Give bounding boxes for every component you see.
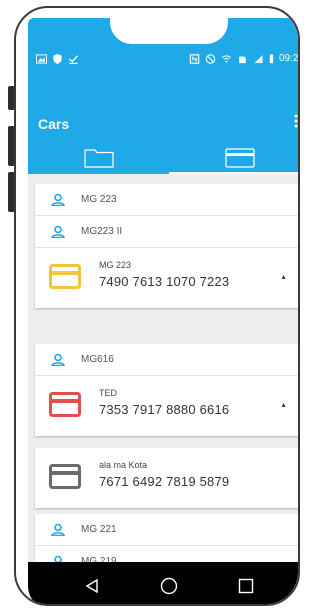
user-icon xyxy=(50,225,66,243)
card-yellow-icon xyxy=(49,264,81,294)
user-label: MG223 II xyxy=(81,226,123,237)
more-vertical-icon[interactable] xyxy=(294,114,298,131)
notch xyxy=(110,18,228,44)
list-item-user[interactable]: MG616 xyxy=(35,344,298,376)
do-not-disturb-icon xyxy=(205,53,216,64)
list-group: ala ma Kota 7671 6492 7819 5879 xyxy=(35,448,298,508)
image-icon xyxy=(36,54,47,64)
wifi-icon xyxy=(221,54,231,62)
card-name: ala ma Kota xyxy=(99,460,148,470)
card-red-icon xyxy=(49,392,81,422)
list-group: MG 223 MG223 II MG 223 7490 7613 1070 72… xyxy=(35,184,298,308)
list-group: MG616 TED 7353 7917 8880 6616 ▲ xyxy=(35,344,298,436)
folder-icon xyxy=(83,149,114,168)
nfc-icon xyxy=(189,53,200,64)
user-label: MG 223 xyxy=(81,194,117,205)
screen: 09:29 Cars xyxy=(28,18,299,604)
user-icon xyxy=(50,523,66,541)
tab-folder[interactable] xyxy=(28,142,169,174)
list-item-user[interactable]: MG223 II xyxy=(35,216,298,248)
list-item-card[interactable]: ala ma Kota 7671 6492 7819 5879 xyxy=(35,448,298,508)
phone-frame: 09:29 Cars xyxy=(14,6,300,606)
back-icon xyxy=(85,578,99,594)
chevron-up-icon[interactable]: ▲ xyxy=(280,274,287,281)
list-item-user[interactable]: MG 221 xyxy=(35,514,298,546)
tab-bar xyxy=(28,142,298,174)
list-item-card[interactable]: TED 7353 7917 8880 6616 ▲ xyxy=(35,376,298,436)
card-name: MG 223 xyxy=(99,260,132,270)
device-stage: 09:29 Cars xyxy=(0,0,303,609)
tab-indicator xyxy=(169,172,298,174)
user-label: MG 221 xyxy=(81,524,117,535)
card-gray-icon xyxy=(49,464,81,494)
status-bar: 09:29 xyxy=(28,52,299,68)
chevron-up-icon[interactable]: ▲ xyxy=(280,402,287,409)
card-name: TED xyxy=(99,388,117,398)
download-done-icon xyxy=(68,55,79,64)
list-item-user[interactable]: MG 223 xyxy=(35,184,298,216)
navigation-bar xyxy=(28,562,298,604)
battery-icon xyxy=(269,53,274,63)
page-title: Cars xyxy=(38,116,70,132)
status-time: 09:29 xyxy=(278,53,299,64)
user-icon xyxy=(50,353,66,371)
shield-icon xyxy=(53,54,62,64)
back-button[interactable] xyxy=(77,571,107,601)
home-icon xyxy=(160,577,178,595)
card-number: 7353 7917 8880 6616 xyxy=(99,402,230,417)
recents-button[interactable] xyxy=(231,571,261,601)
list-item-card[interactable]: MG 223 7490 7613 1070 7223 ▲ xyxy=(35,248,298,308)
card-icon xyxy=(224,148,255,168)
home-button[interactable] xyxy=(154,571,184,601)
tab-cards[interactable] xyxy=(169,142,298,174)
user-label: MG616 xyxy=(81,354,114,365)
card-number: 7671 6492 7819 5879 xyxy=(99,474,230,489)
data-icon xyxy=(239,56,246,63)
card-number: 7490 7613 1070 7223 xyxy=(99,274,230,289)
user-icon xyxy=(50,193,66,211)
recents-icon xyxy=(238,578,253,594)
signal-icon xyxy=(254,54,263,63)
